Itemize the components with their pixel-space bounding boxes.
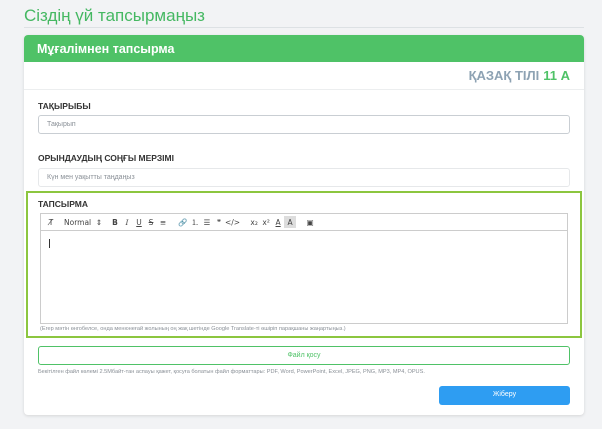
send-button[interactable]: Жіберу xyxy=(439,386,570,405)
background-color-icon[interactable]: A xyxy=(284,216,297,228)
strikethrough-icon[interactable]: S xyxy=(145,216,157,228)
card-header: Мұғалімнен тапсырма xyxy=(24,35,584,62)
link-icon[interactable]: 🔗 xyxy=(177,216,189,228)
blockquote-icon[interactable]: ❞ xyxy=(213,216,225,228)
ordered-list-icon[interactable]: ⒈ xyxy=(189,216,201,228)
topic-label: ТАҚЫРЫБЫ xyxy=(38,101,91,111)
task-editor[interactable] xyxy=(40,230,568,324)
bullet-list-icon[interactable]: ☰ xyxy=(201,216,213,228)
deadline-placeholder: Күн мен уақытты таңдаңыз xyxy=(47,174,135,181)
font-color-icon[interactable]: A xyxy=(272,216,284,228)
task-section: ТАПСЫРМА T̸ Normal ⇕ B I U S ≡ 🔗 ⒈ ☰ ❞ <… xyxy=(26,191,582,338)
superscript-icon[interactable]: x² xyxy=(260,216,272,228)
code-icon[interactable]: </> xyxy=(225,216,240,228)
title-divider xyxy=(24,27,584,28)
topic-input[interactable]: Тақырып xyxy=(38,115,570,134)
task-label: ТАПСЫРМА xyxy=(38,199,89,209)
select-arrows-icon: ⇕ xyxy=(95,217,102,227)
topic-placeholder: Тақырып xyxy=(47,121,76,128)
page-title: Сіздің үй тапсырмаңыз xyxy=(24,6,205,25)
translate-hint: (Егер мәтін өнгобелсе, онда менюнеғай жо… xyxy=(40,326,346,332)
align-icon[interactable]: ≡ xyxy=(157,216,169,228)
file-size-note: Бекітілген файл көлемі 2.5Мбайт-тан аспа… xyxy=(38,369,425,375)
subject-row: ҚАЗАҚ ТІЛІ 11 А xyxy=(24,62,584,90)
underline-icon[interactable]: U xyxy=(133,216,145,228)
deadline-input[interactable]: Күн мен уақытты таңдаңыз xyxy=(38,168,570,187)
subscript-icon[interactable]: x₂ xyxy=(248,216,260,228)
editor-toolbar: T̸ Normal ⇕ B I U S ≡ 🔗 ⒈ ☰ ❞ </> x₂ x² … xyxy=(40,213,568,230)
text-style-select[interactable]: Normal ⇕ xyxy=(61,216,105,228)
text-caret xyxy=(49,239,50,248)
class-grade: 11 А xyxy=(543,68,570,83)
clear-format-icon[interactable]: T̸ xyxy=(45,216,57,228)
deadline-label: ОРЫНДАУДЫҢ СОҢҒЫ МЕРЗІМІ xyxy=(38,153,174,163)
assignment-card: Мұғалімнен тапсырма ҚАЗАҚ ТІЛІ 11 А ТАҚЫР… xyxy=(24,35,584,415)
italic-icon[interactable]: I xyxy=(121,216,133,228)
bold-icon[interactable]: B xyxy=(109,216,121,228)
subject-name: ҚАЗАҚ ТІЛІ xyxy=(468,68,540,83)
video-icon[interactable]: ▣ xyxy=(304,216,316,228)
text-style-value: Normal xyxy=(64,217,92,227)
add-file-button[interactable]: Файл қосу xyxy=(38,346,570,365)
